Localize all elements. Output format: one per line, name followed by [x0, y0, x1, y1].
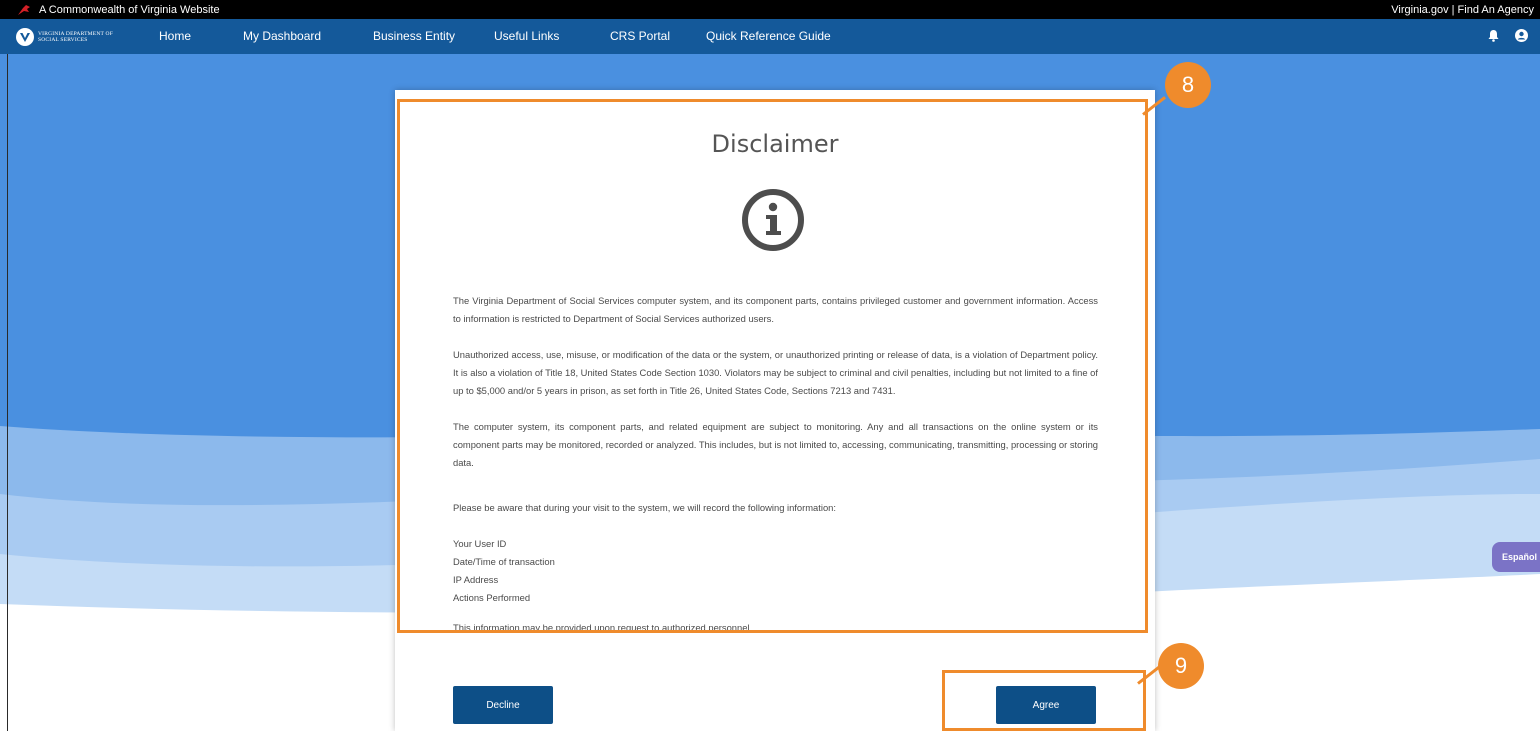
- nav-my-dashboard[interactable]: My Dashboard: [243, 29, 321, 43]
- vdss-logo[interactable]: VIRGINIA DEPARTMENT OF SOCIAL SERVICES: [16, 27, 143, 46]
- nav-useful-links[interactable]: Useful Links: [494, 29, 559, 43]
- espanol-button[interactable]: Español: [1492, 542, 1540, 572]
- commonwealth-bar: A Commonwealth of Virginia Website Virgi…: [0, 0, 1540, 19]
- highlight-box-9: [942, 670, 1146, 731]
- left-border: [7, 54, 8, 731]
- cardinal-icon: [18, 4, 30, 15]
- v-logo-icon: [20, 32, 30, 42]
- nav-business-entity[interactable]: Business Entity: [373, 29, 455, 43]
- virginia-gov-links[interactable]: Virginia.gov | Find An Agency: [1391, 4, 1534, 16]
- highlight-box-8: [397, 99, 1148, 633]
- logo-line-2: SOCIAL SERVICES: [38, 36, 88, 43]
- callout-9: 9: [1158, 643, 1204, 689]
- vdss-logo-mark: [16, 27, 34, 46]
- decline-button[interactable]: Decline: [453, 686, 553, 724]
- bell-icon[interactable]: [1488, 29, 1499, 42]
- callout-8: 8: [1165, 62, 1211, 108]
- nav-quick-reference-guide[interactable]: Quick Reference Guide: [706, 29, 831, 43]
- logo-line-1: VIRGINIA DEPARTMENT OF: [38, 30, 113, 37]
- main-nav: VIRGINIA DEPARTMENT OF SOCIAL SERVICES H…: [0, 19, 1540, 54]
- user-avatar-icon[interactable]: [1515, 29, 1528, 42]
- nav-home[interactable]: Home: [159, 29, 191, 43]
- nav-crs-portal[interactable]: CRS Portal: [610, 29, 670, 43]
- commonwealth-text: A Commonwealth of Virginia Website: [39, 3, 220, 16]
